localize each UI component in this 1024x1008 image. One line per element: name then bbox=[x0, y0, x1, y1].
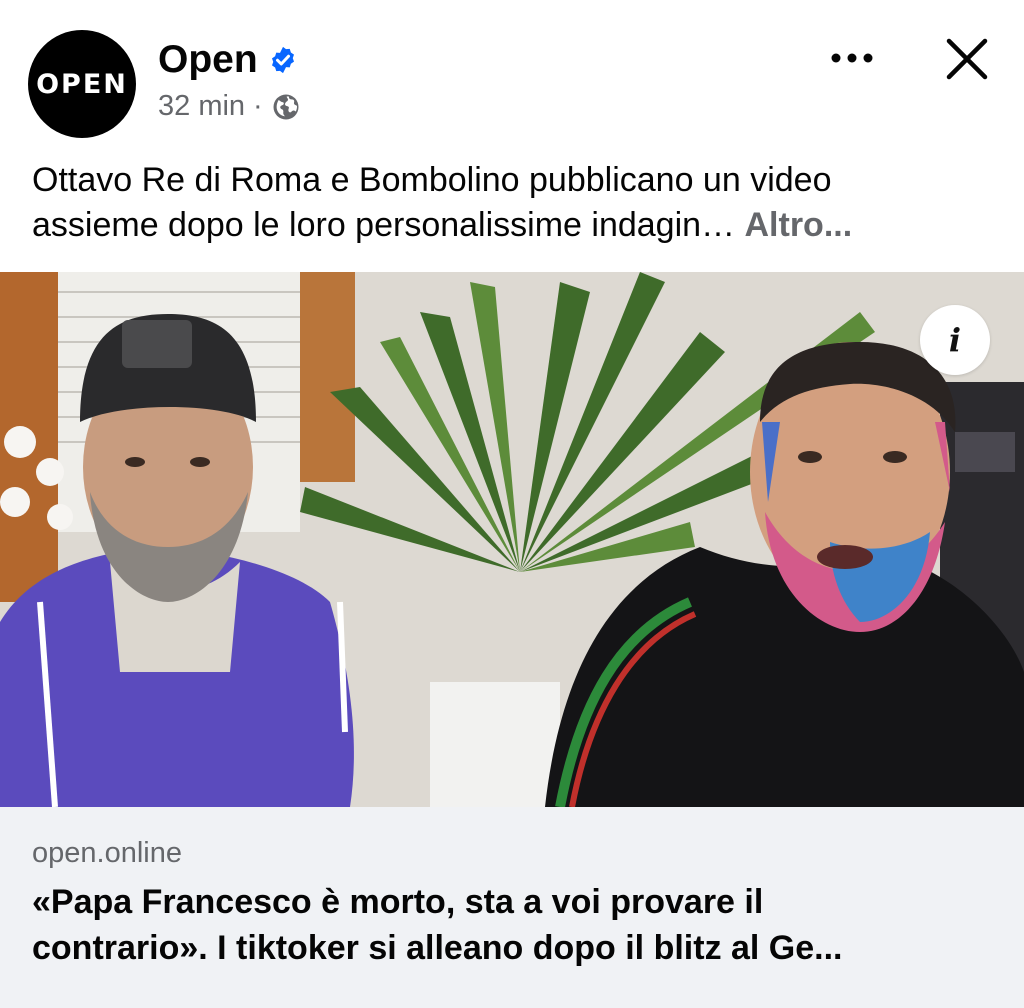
more-dots-icon bbox=[831, 53, 873, 63]
see-more-link[interactable]: Altro... bbox=[745, 206, 853, 244]
caption-line-2: assieme dopo le loro personalissime inda… bbox=[32, 203, 1000, 248]
close-button[interactable] bbox=[940, 32, 994, 86]
link-title-line-1: «Papa Francesco è morto, sta a voi prova… bbox=[32, 883, 764, 921]
meta-separator: · bbox=[253, 90, 263, 122]
post-time[interactable]: 32 min bbox=[158, 90, 245, 123]
verified-badge-icon bbox=[271, 46, 294, 74]
caption-line-1: Ottavo Re di Roma e Bombolino pubblicano… bbox=[32, 161, 832, 199]
link-preview[interactable]: open.online «Papa Francesco è morto, sta… bbox=[0, 807, 1024, 1008]
close-icon bbox=[946, 38, 988, 80]
link-title-line-2: contrario». I tiktoker si alleano dopo i… bbox=[32, 929, 843, 967]
caption-line-2-text: assieme dopo le loro personalissime inda… bbox=[32, 206, 736, 244]
thumbnail-illustration bbox=[0, 272, 1024, 807]
facebook-post: OPEN Open 32 min · Ottavo Re di Roma e B… bbox=[0, 0, 1024, 1008]
avatar-logo-text: OPEN bbox=[36, 68, 128, 100]
page-avatar[interactable]: OPEN bbox=[28, 30, 136, 138]
video-thumbnail[interactable] bbox=[0, 272, 1024, 807]
link-domain: open.online bbox=[32, 837, 182, 869]
info-button[interactable]: i bbox=[920, 305, 990, 375]
info-icon: i bbox=[948, 321, 962, 359]
page-name[interactable]: Open bbox=[158, 38, 258, 82]
link-title: «Papa Francesco è morto, sta a voi prova… bbox=[32, 879, 992, 971]
globe-icon bbox=[273, 94, 299, 119]
page-name-row: Open bbox=[158, 38, 298, 82]
post-caption: Ottavo Re di Roma e Bombolino pubblicano… bbox=[32, 158, 1000, 248]
more-options-button[interactable] bbox=[826, 38, 878, 78]
post-meta: 32 min · bbox=[158, 90, 301, 123]
